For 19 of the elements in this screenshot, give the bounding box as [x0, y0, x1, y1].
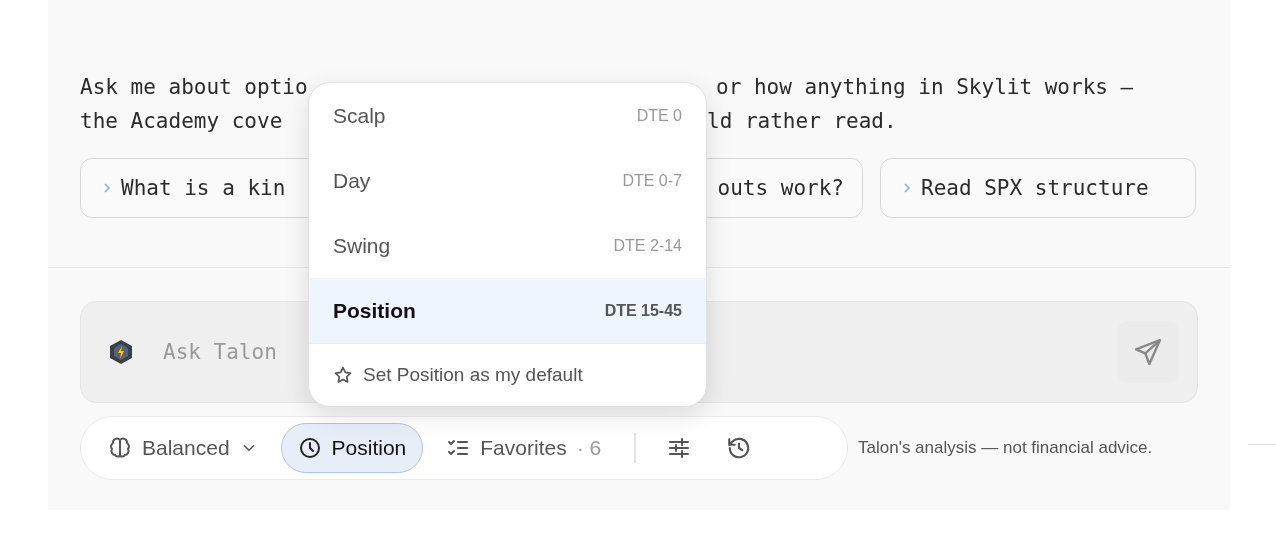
cube-logo-icon	[107, 338, 135, 366]
suggestion-chip[interactable]: Read SPX structure	[880, 158, 1196, 218]
intro-text: or how anything in Skylit works —	[716, 75, 1134, 99]
send-icon	[1132, 336, 1164, 368]
clock-icon	[297, 436, 322, 460]
menu-item[interactable]: Scalp DTE 0	[309, 83, 706, 148]
brain-icon	[108, 436, 132, 460]
star-icon	[333, 365, 353, 385]
intro-text: Ask me about optio	[80, 75, 309, 99]
intro-text: ld rather read.	[707, 109, 897, 133]
set-default-item[interactable]: Set Position as my default	[309, 343, 706, 406]
mode-dropdown[interactable]: Balanced	[91, 423, 275, 473]
chevron-icon	[103, 182, 111, 194]
disclaimer-text: Talon's analysis — not financial advice.	[858, 438, 1153, 458]
favorites-button[interactable]: Favorites · 6	[429, 423, 619, 473]
chevron-icon	[903, 182, 911, 194]
intro-text: the Academy cove	[80, 109, 284, 133]
menu-item[interactable]: Position DTE 15-45	[309, 278, 706, 343]
horizon-button[interactable]: Position	[280, 423, 424, 473]
